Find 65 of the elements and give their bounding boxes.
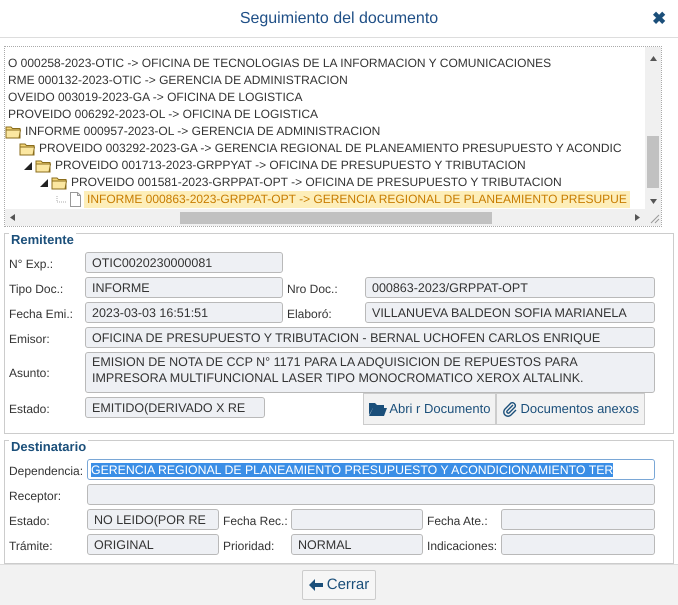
scrollbar-thumb[interactable] (647, 136, 659, 188)
arrow-left-icon (308, 578, 323, 591)
folder-icon (51, 176, 68, 190)
folder-icon (369, 402, 388, 416)
expanded-triangle-icon[interactable] (40, 178, 48, 187)
input-field[interactable]: 2023-03-03 16:51:51 (85, 302, 283, 323)
close-button[interactable]: ✖ (652, 8, 666, 29)
scroll-down-icon[interactable] (650, 199, 656, 204)
input-field[interactable] (501, 508, 655, 530)
folder-icon (19, 142, 36, 156)
section-legend: Destinatario (9, 438, 88, 454)
document-icon (69, 192, 82, 208)
field-label: Estado: (9, 512, 51, 528)
input-field[interactable]: NORMAL (291, 534, 423, 555)
section-legend: Remitente (9, 232, 76, 247)
text-area[interactable]: EMISION DE NOTA DE CCP N° 1171 PARA LA ADQUISICION DE REPUESTOS PARA IMPRESORA MULTIFUNCIONAL LASER TIPO MONOCROMATICO XEROX ALTALINK. (85, 352, 655, 393)
input-field[interactable] (291, 508, 423, 530)
field-label: Nro Doc.: (287, 280, 339, 296)
close-dialog-button[interactable]: Cerrar (302, 570, 376, 600)
input-field[interactable]: VILLANUEVA BALDEON SOFIA MARIANELA (365, 302, 655, 323)
paperclip-icon (502, 400, 518, 417)
field-label: Emisor: (9, 330, 51, 346)
scrollbar-thumb[interactable] (180, 212, 492, 224)
vertical-scrollbar[interactable] (645, 47, 661, 210)
tree-item[interactable]: PROVEIDO 003292-2023-GA -> GERENCIA REGIONAL DE PLANEAMIENTO PRESUPUESTO Y ACONDIC (36, 140, 625, 158)
tree-item[interactable]: O 000258-2023-OTIC -> OFICINA DE TECNOLOGIAS DE LA INFORMACION Y COMUNICACIONES (5, 55, 554, 72)
toolbar-button[interactable]: Abri r Documento (363, 392, 496, 425)
input-field[interactable]: 000863-2023/GRPPAT-OPT (365, 276, 655, 298)
input-field[interactable]: EMITIDO(DERIVADO X RE (85, 396, 265, 418)
tree-item[interactable]: OVEIDO 003019-2023-GA -> OFICINA DE LOGISTICA (5, 89, 306, 106)
input-field[interactable]: OFICINA DE PRESUPUESTO Y TRIBUTACION - BERNAL UCHOFEN CARLOS ENRIQUE (85, 326, 655, 348)
input-field[interactable] (501, 534, 655, 555)
input-field[interactable] (87, 484, 655, 505)
tree-item[interactable]: RME 000132-2023-OTIC -> GERENCIA DE ADMINISTRACION (5, 72, 351, 90)
toolbar-button[interactable]: Documentos anexos (496, 392, 645, 425)
tree-item[interactable]: PROVEIDO 006292-2023-OL -> OFICINA DE LOGISTICA (5, 106, 322, 124)
field-label: Tipo Doc.: (9, 280, 64, 296)
horizontal-scrollbar[interactable] (5, 209, 645, 226)
tree-line-icon (54, 196, 66, 204)
field-label: N° Exp.: (9, 256, 54, 271)
field-label: Asunto: (9, 364, 51, 380)
dialog-title: Seguimiento del documento (240, 10, 438, 28)
field-label: Elaboró: (287, 306, 333, 321)
tree-item[interactable]: PROVEIDO 001581-2023-GRPPAT-OPT -> OFICINA DE PRESUPUESTO Y TRIBUTACION (68, 174, 565, 192)
field-label: Estado: (9, 400, 51, 416)
resize-grip-icon[interactable] (648, 212, 660, 224)
input-field[interactable]: OTIC0020230000081 (85, 252, 283, 273)
scroll-right-icon[interactable] (635, 214, 640, 222)
expanded-triangle-icon[interactable] (24, 162, 32, 170)
tree-item[interactable]: PROVEIDO 001713-2023-GRPPYAT -> OFICINA DE PRESUPUESTO Y TRIBUTACION (52, 157, 529, 174)
folder-icon (35, 158, 52, 173)
field-label: Fecha Emi.: (9, 306, 74, 321)
field-label: Trámite: (9, 538, 54, 553)
field-label: Indicaciones: (427, 538, 498, 553)
scroll-left-icon[interactable] (10, 214, 15, 222)
field-label: Dependencia: (9, 462, 84, 478)
field-label: Fecha Rec.: (223, 512, 289, 528)
field-label: Receptor: (9, 488, 62, 503)
input-field[interactable]: NO LEIDO(POR RE (87, 508, 219, 530)
input-field[interactable]: INFORME (85, 276, 283, 298)
folder-icon (5, 124, 22, 139)
field-label: Fecha Ate.: (427, 512, 489, 528)
input-field[interactable]: ORIGINAL (87, 534, 219, 555)
tree-item[interactable]: INFORME 000957-2023-OL -> GERENCIA DE ADMINISTRACION (22, 123, 384, 140)
field-label: Prioridad: (223, 538, 276, 553)
